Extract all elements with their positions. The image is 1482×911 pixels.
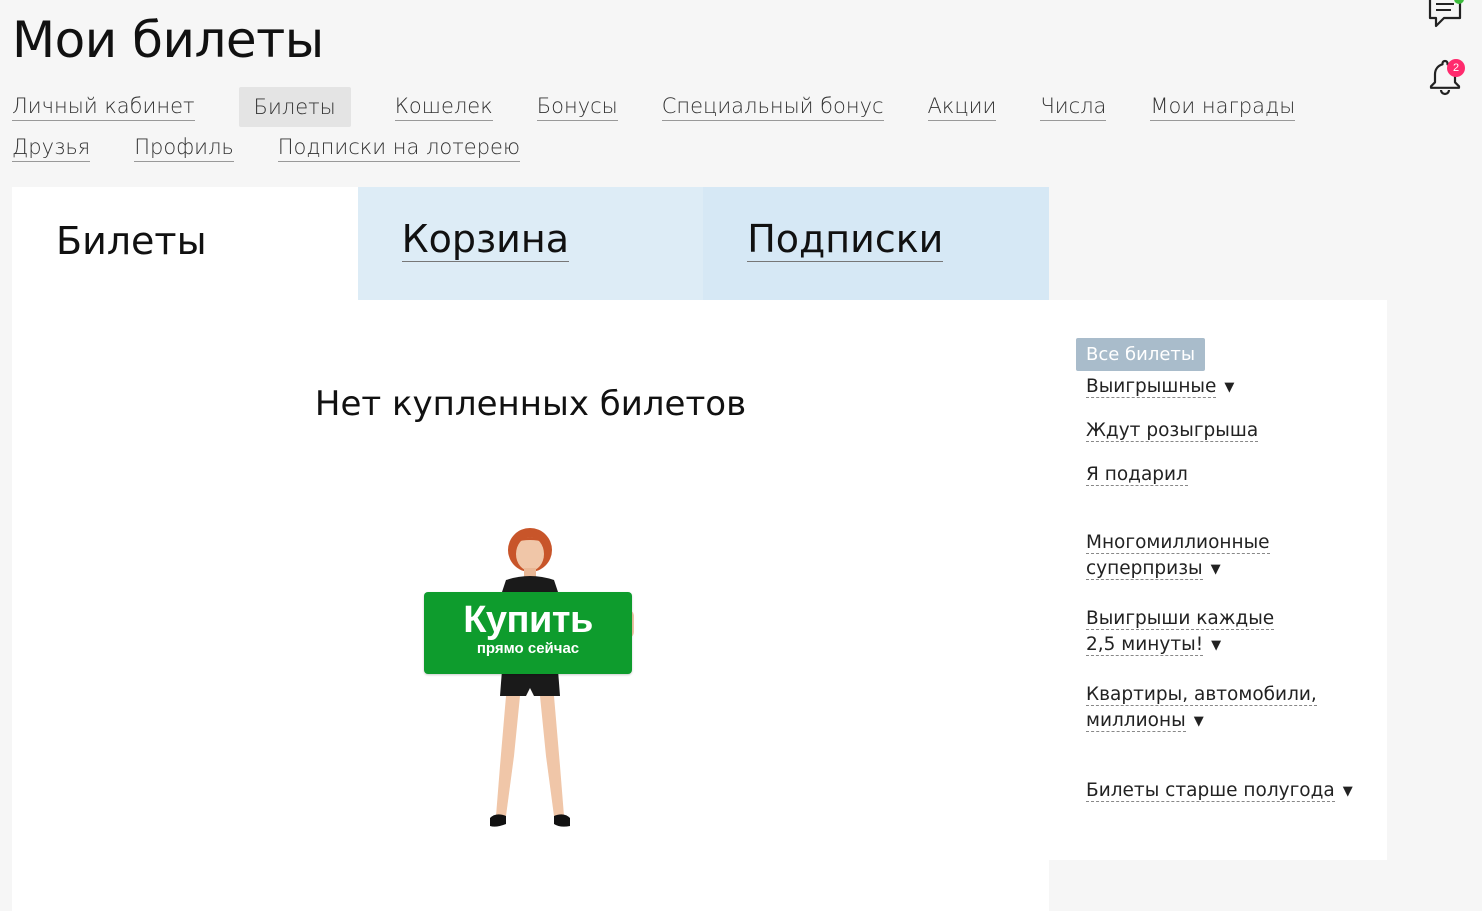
nav-link[interactable]: Бонусы [536, 93, 618, 121]
buy-button-sublabel: прямо сейчас [476, 640, 580, 657]
nav-link[interactable]: Мои награды [1150, 93, 1296, 121]
account-nav: Личный кабинет Билеты Кошелек Бонусы Специал… [12, 86, 1312, 168]
tab-subscriptions[interactable]: Подписки [703, 187, 1049, 300]
filter-item[interactable]: Выигрышные ▼ [1086, 374, 1234, 401]
nav-row-2: Друзья Профиль Подписки на лотерею [12, 127, 1312, 168]
nav-link[interactable]: Подписки на лотерею [277, 134, 521, 162]
dropdown-arrow-icon: ▼ [1224, 380, 1235, 395]
tickets-tabs: Билеты Корзина Подписки [12, 187, 1049, 300]
tickets-panel: Нет купленных билетов Купить прямо сейча… [12, 300, 1049, 911]
filter-label-line1: Ждут розыгрыша [1086, 420, 1259, 442]
filter-all-tickets[interactable]: Все билеты [1076, 338, 1206, 371]
dropdown-arrow-icon: ▼ [1342, 784, 1353, 799]
filter-item[interactable]: Квартиры, автомобили, миллионы ▼ [1086, 682, 1317, 735]
empty-message: Нет купленных билетов [314, 384, 747, 424]
nav-link[interactable]: Акции [927, 93, 997, 121]
filter-label-line1: Выигрыши каждые [1086, 608, 1275, 630]
page: Мои билеты 2 Личный кабинет Билеты Кошелек… [0, 0, 1482, 911]
filter-label-line1: Я подарил [1086, 464, 1188, 486]
chat-icon[interactable] [1427, 0, 1463, 30]
tab-label: Подписки [747, 217, 944, 262]
dropdown-arrow-icon: ▼ [1210, 562, 1221, 577]
nav-link[interactable]: Друзья [12, 134, 91, 162]
buy-now-button[interactable]: Купить прямо сейчас [424, 592, 632, 674]
filter-label-line1: Квартиры, автомобили, [1086, 684, 1317, 706]
buy-button-label: Купить [463, 599, 593, 641]
nav-link[interactable]: Кошелек [394, 93, 493, 121]
filter-label-line1: Билеты старше полугода [1086, 780, 1335, 802]
filter-label-line2: 2,5 минуты! [1086, 634, 1204, 656]
filter-item[interactable]: Ждут розыгрыша [1086, 418, 1259, 444]
nav-row-1: Личный кабинет Билеты Кошелек Бонусы Специал… [12, 86, 1312, 127]
page-title: Мои билеты [12, 11, 324, 69]
tab-label: Билеты [56, 219, 207, 263]
notification-badge: 2 [1447, 59, 1465, 77]
filter-item[interactable]: Билеты старше полугода ▼ [1086, 778, 1353, 805]
tab-tickets[interactable]: Билеты [12, 187, 358, 300]
filter-item[interactable]: Многомиллионные суперпризы ▼ [1086, 530, 1270, 583]
nav-link[interactable]: Билеты [238, 86, 351, 127]
ticket-filters: Все билеты Выигрышные ▼ Ждут розыгрыша Я по… [1049, 300, 1387, 860]
filter-item[interactable]: Выигрыши каждые 2,5 минуты! ▼ [1086, 606, 1275, 659]
tab-cart[interactable]: Корзина [357, 187, 704, 300]
nav-link[interactable]: Личный кабинет [12, 93, 195, 121]
nav-link[interactable]: Профиль [134, 134, 234, 162]
nav-link[interactable]: Числа [1040, 93, 1107, 121]
nav-link[interactable]: Специальный бонус [661, 93, 884, 121]
dropdown-arrow-icon: ▼ [1211, 638, 1222, 653]
dropdown-arrow-icon: ▼ [1193, 714, 1204, 729]
filter-label-line1: Многомиллионные [1086, 532, 1270, 554]
filter-label-line2: суперпризы [1086, 558, 1203, 580]
promo-woman-image [426, 528, 634, 827]
filter-label-line1: Выигрышные [1086, 376, 1217, 398]
filter-item[interactable]: Я подарил [1086, 462, 1188, 488]
filter-label-line2: миллионы [1086, 710, 1186, 732]
tab-label: Корзина [401, 217, 569, 262]
